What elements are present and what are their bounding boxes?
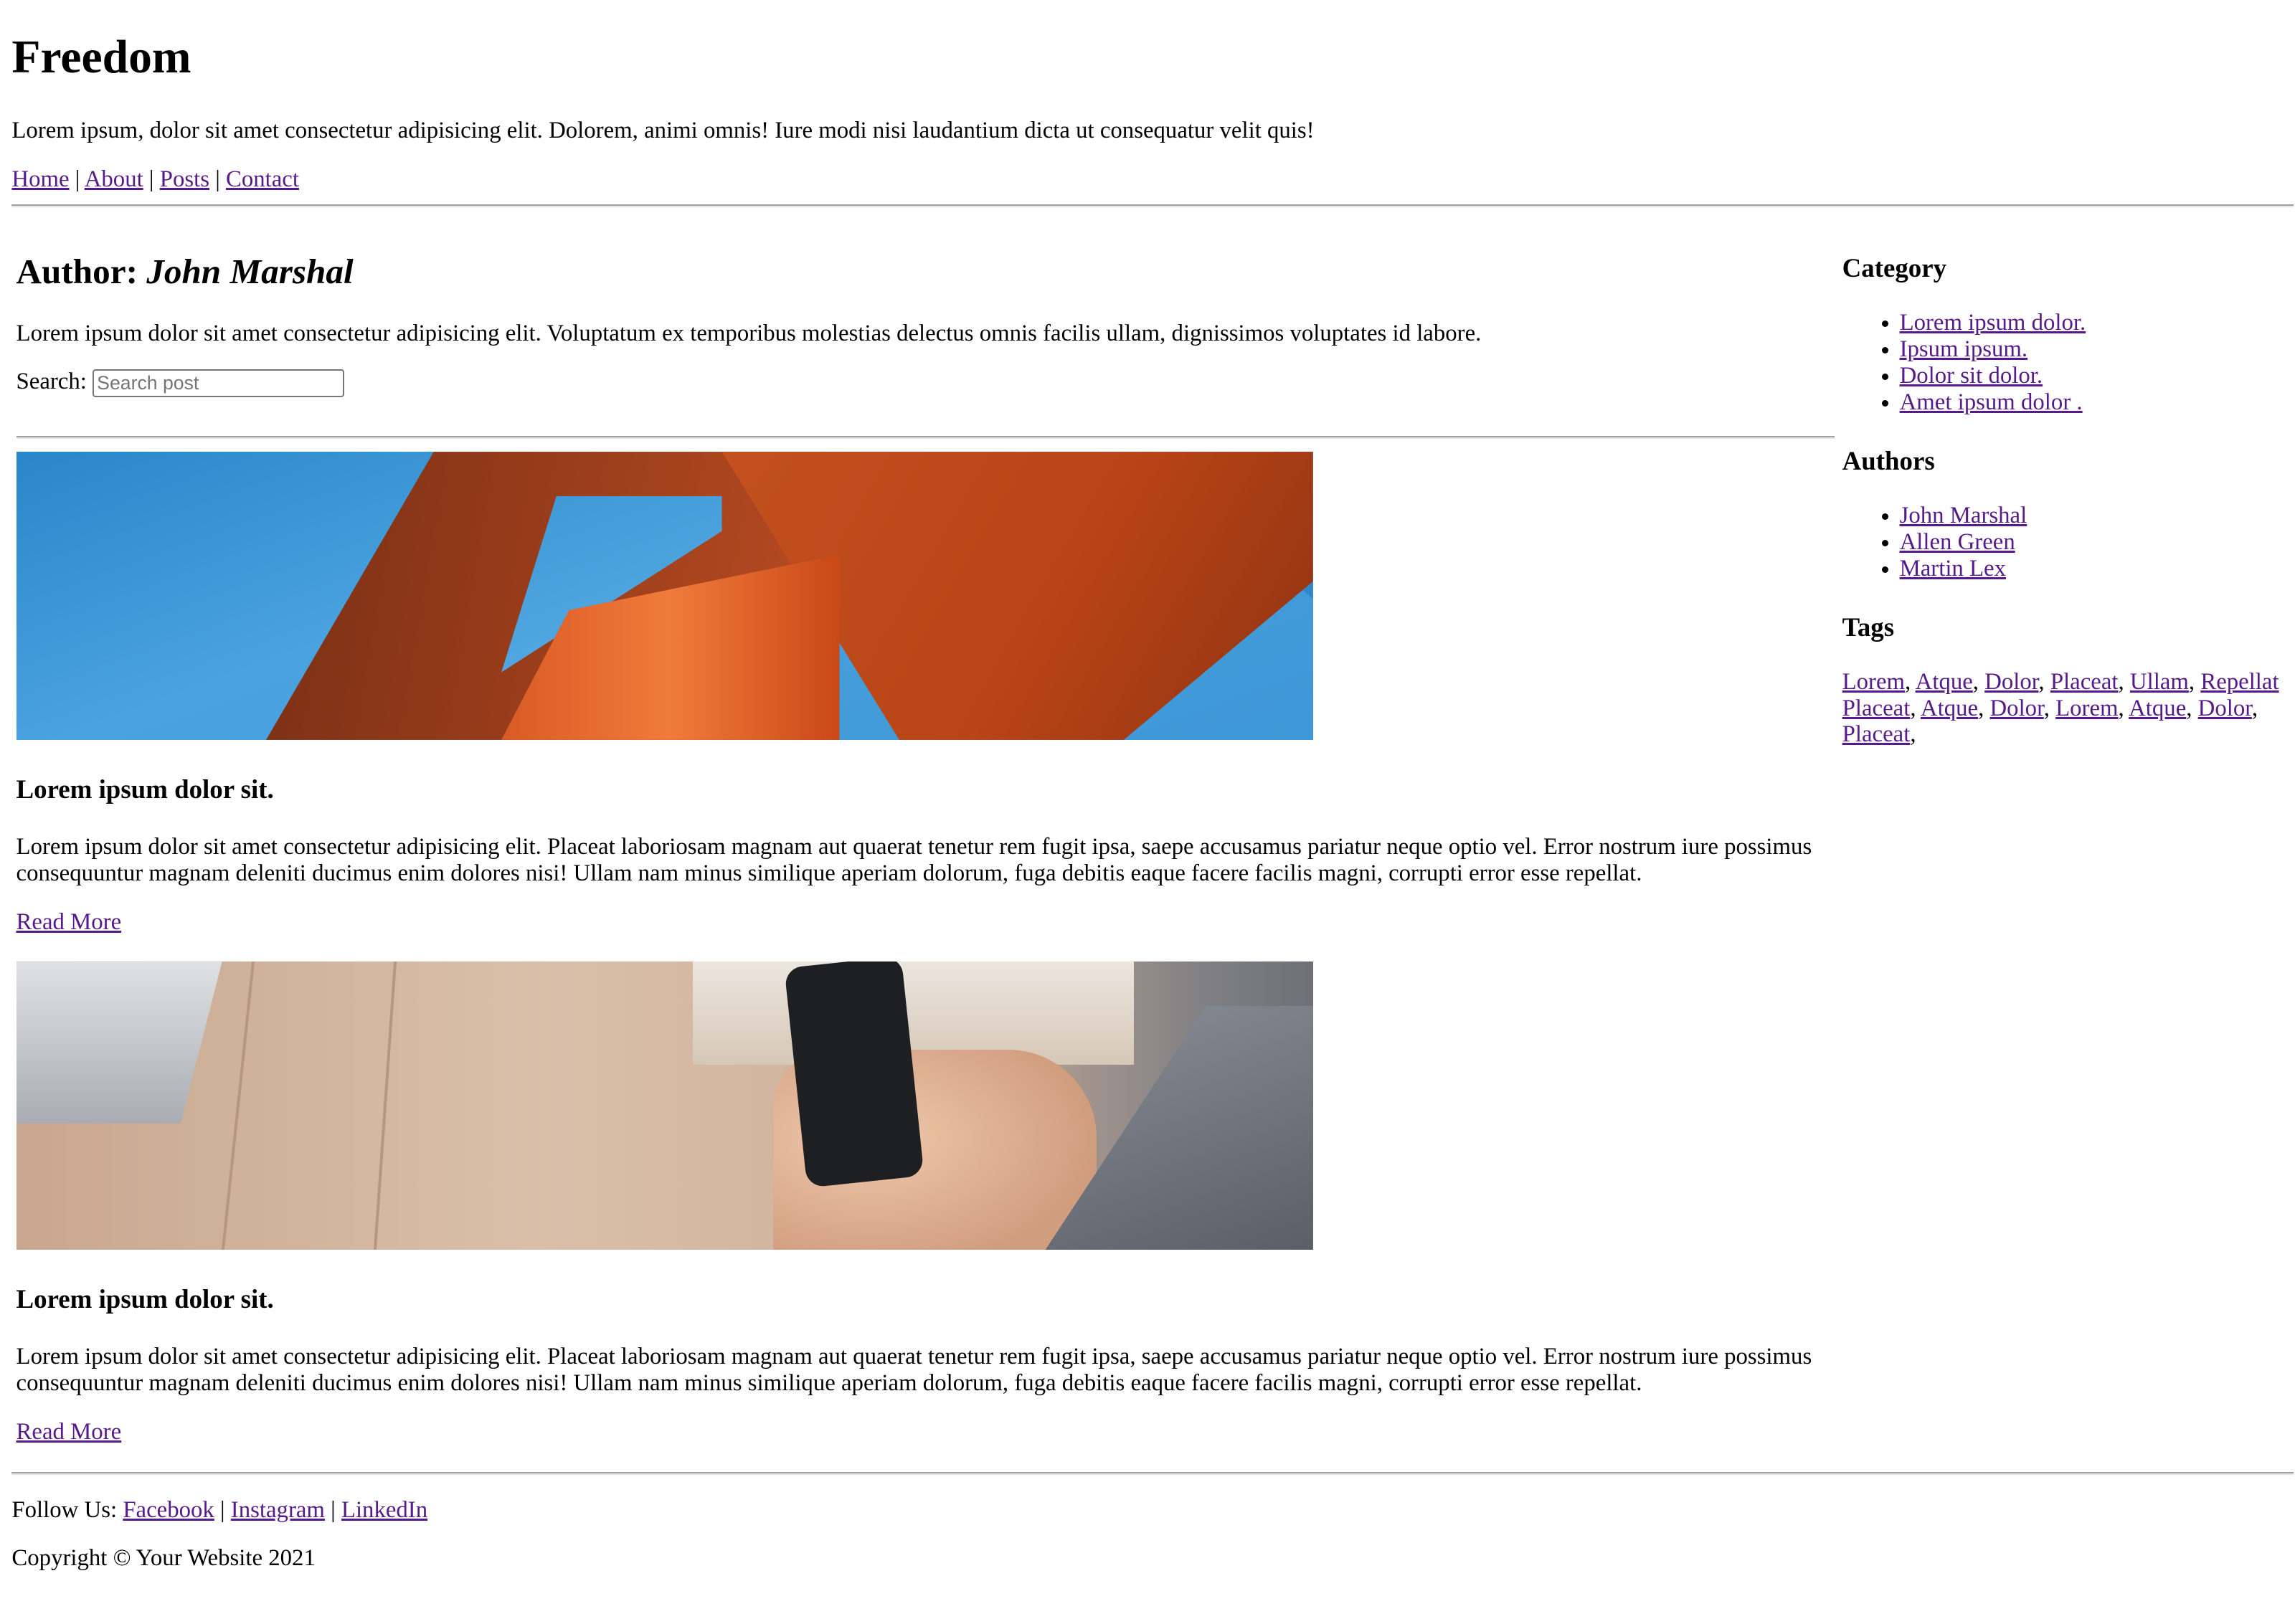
category-item: Dolor sit dolor.: [1900, 363, 2291, 389]
site-tagline: Lorem ipsum, dolor sit amet consectetur …: [11, 117, 1315, 143]
category-link[interactable]: Ipsum ipsum.: [1900, 336, 2028, 362]
category-heading: Category: [1842, 253, 1947, 283]
site-header: Freedom Lorem ipsum, dolor sit amet cons…: [11, 31, 2294, 207]
author-heading: Author: John Marshal: [16, 251, 1835, 292]
read-more-link[interactable]: Read More: [16, 1419, 122, 1445]
instagram-link[interactable]: Instagram: [231, 1497, 325, 1523]
post-excerpt: Lorem ipsum dolor sit amet consectetur a…: [16, 1344, 1812, 1397]
tag-link[interactable]: Dolor: [1989, 695, 2043, 721]
author-item: Martin Lex: [1900, 556, 2291, 582]
content-divider: [16, 435, 1835, 439]
category-link[interactable]: Dolor sit dolor.: [1900, 363, 2043, 389]
category-item: Amet ipsum dolor .: [1900, 389, 2291, 416]
author-item: Allen Green: [1900, 529, 2291, 556]
tag-link[interactable]: Ullam: [2130, 669, 2189, 695]
author-link[interactable]: Allen Green: [1900, 529, 2015, 555]
post-card: Lorem ipsum dolor sit. Lorem ipsum dolor…: [16, 452, 1835, 935]
category-link[interactable]: Amet ipsum dolor .: [1900, 389, 2083, 415]
author-name: John Marshal: [146, 252, 354, 292]
post-excerpt: Lorem ipsum dolor sit amet consectetur a…: [16, 834, 1812, 886]
nav-link-posts[interactable]: Posts: [160, 166, 209, 192]
page: Freedom Lorem ipsum, dolor sit amet cons…: [0, 31, 2294, 1572]
author-link[interactable]: Martin Lex: [1900, 556, 2006, 581]
tag-link[interactable]: Atque: [1921, 695, 1978, 721]
main-nav: Home | About | Posts | Contact: [11, 166, 2294, 193]
author-item: John Marshal: [1900, 503, 2291, 529]
tag-link[interactable]: Atque: [2129, 695, 2186, 721]
tag-link[interactable]: Repellat: [2200, 669, 2279, 695]
post-image-phone[interactable]: [16, 961, 1313, 1250]
category-list: Lorem ipsum dolor. Ipsum ipsum. Dolor si…: [1842, 310, 2291, 416]
tag-link[interactable]: Placeat: [1842, 721, 1911, 747]
tag-link[interactable]: Dolor: [1984, 669, 2038, 695]
authors-list: John Marshal Allen Green Martin Lex: [1842, 503, 2291, 582]
nav-link-contact[interactable]: Contact: [226, 166, 299, 192]
follow-us: Follow Us: Facebook | Instagram | Linked…: [11, 1496, 428, 1523]
nav-separator: |: [148, 166, 154, 192]
category-item: Ipsum ipsum.: [1900, 336, 2291, 363]
tag-link[interactable]: Placeat: [1842, 695, 1911, 721]
post-title: Lorem ipsum dolor sit.: [16, 774, 274, 804]
tags-list: Lorem, Atque, Dolor, Placeat, Ullam, Rep…: [1842, 668, 2279, 748]
main-content: Author: John Marshal Lorem ipsum dolor s…: [11, 207, 1835, 1472]
authors-heading: Authors: [1842, 446, 1935, 476]
nav-separator: |: [215, 166, 220, 192]
site-title: Freedom: [11, 32, 191, 84]
facebook-link[interactable]: Facebook: [123, 1497, 214, 1523]
post-title: Lorem ipsum dolor sit.: [16, 1284, 274, 1314]
tag-link[interactable]: Atque: [1916, 669, 1973, 695]
search-label: Search:: [16, 369, 87, 395]
author-intro: Lorem ipsum dolor sit amet consectetur a…: [16, 320, 1482, 346]
post-card: Lorem ipsum dolor sit. Lorem ipsum dolor…: [16, 961, 1835, 1445]
nav-link-about[interactable]: About: [85, 166, 143, 192]
post-read-more: Read More: [16, 1419, 1835, 1445]
nav-separator: |: [75, 166, 80, 192]
tag-link[interactable]: Placeat: [2050, 669, 2119, 695]
tag-link[interactable]: Lorem: [1842, 669, 1905, 695]
footer-content: Follow Us: Facebook | Instagram | Linked…: [11, 1475, 2294, 1572]
post-image-bridge[interactable]: [16, 452, 1313, 740]
nav-link-home[interactable]: Home: [11, 166, 69, 192]
category-link[interactable]: Lorem ipsum dolor.: [1900, 310, 2086, 336]
site-footer: Follow Us: Facebook | Instagram | Linked…: [11, 1471, 2294, 1572]
copyright: Copyright © Your Website 2021: [11, 1545, 316, 1572]
content-wrapper: Author: John Marshal Lorem ipsum dolor s…: [11, 207, 2294, 1472]
tag-link[interactable]: Lorem: [2055, 695, 2118, 721]
author-heading-prefix: Author:: [16, 252, 138, 292]
author-link[interactable]: John Marshal: [1900, 503, 2027, 528]
search-input[interactable]: [93, 369, 344, 398]
post-read-more: Read More: [16, 909, 1835, 936]
linkedin-link[interactable]: LinkedIn: [341, 1497, 427, 1523]
read-more-link[interactable]: Read More: [16, 909, 122, 935]
category-item: Lorem ipsum dolor.: [1900, 310, 2291, 336]
sidebar: Category Lorem ipsum dolor. Ipsum ipsum.…: [1835, 207, 2291, 748]
tag-link[interactable]: Dolor: [2198, 695, 2252, 721]
search-form: Search:: [16, 369, 1835, 398]
follow-label: Follow Us:: [11, 1496, 118, 1523]
tags-heading: Tags: [1842, 612, 1895, 642]
